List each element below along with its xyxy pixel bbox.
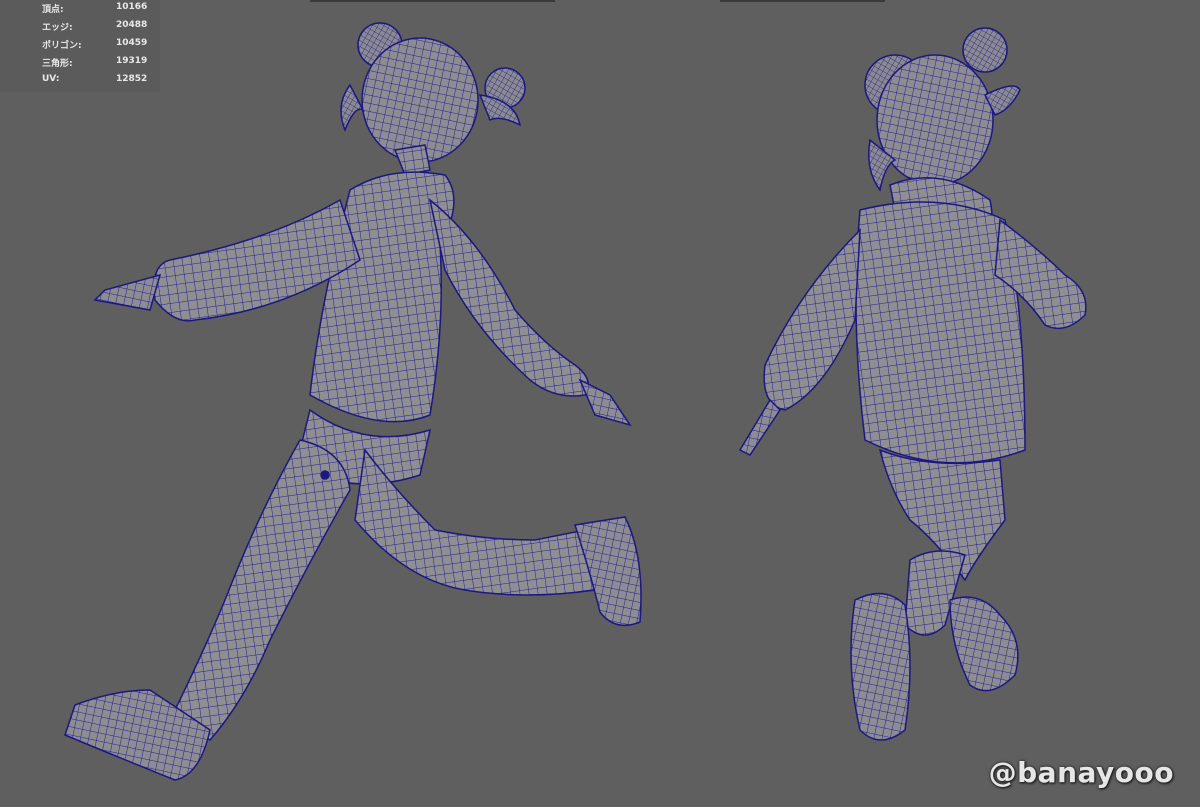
wireframe-models bbox=[64, 22, 1087, 781]
hud-value: 19319 bbox=[116, 56, 148, 66]
3d-viewport[interactable]: 頂点: 10166 エッジ: 20488 ポリゴン: 10459 三角形: 19… bbox=[0, 0, 1200, 807]
hud-row-edges: エッジ: 20488 bbox=[42, 18, 152, 36]
hud-label: 頂点: bbox=[42, 5, 64, 15]
hud-value: 12852 bbox=[116, 74, 148, 84]
character-back-model bbox=[738, 27, 1087, 741]
hud-value: 10166 bbox=[116, 2, 148, 12]
hud-value: 10459 bbox=[116, 38, 148, 48]
hud-label: エッジ: bbox=[42, 23, 73, 33]
hud-label: 三角形: bbox=[42, 59, 73, 69]
hud-value: 20488 bbox=[116, 20, 148, 30]
hud-row-triangles: 三角形: 19319 bbox=[42, 54, 152, 72]
hud-label: ポリゴン: bbox=[42, 41, 82, 51]
hud-row-vertices: 頂点: 10166 bbox=[42, 0, 152, 18]
hud-row-polygons: ポリゴン: 10459 bbox=[42, 36, 152, 54]
hud-row-uv: UV: 12852 bbox=[42, 72, 152, 90]
hud-label: UV: bbox=[42, 74, 60, 84]
polycount-hud: 頂点: 10166 エッジ: 20488 ポリゴン: 10459 三角形: 19… bbox=[0, 0, 160, 92]
character-front-model bbox=[64, 22, 642, 781]
watermark: @banayooo bbox=[988, 756, 1174, 789]
